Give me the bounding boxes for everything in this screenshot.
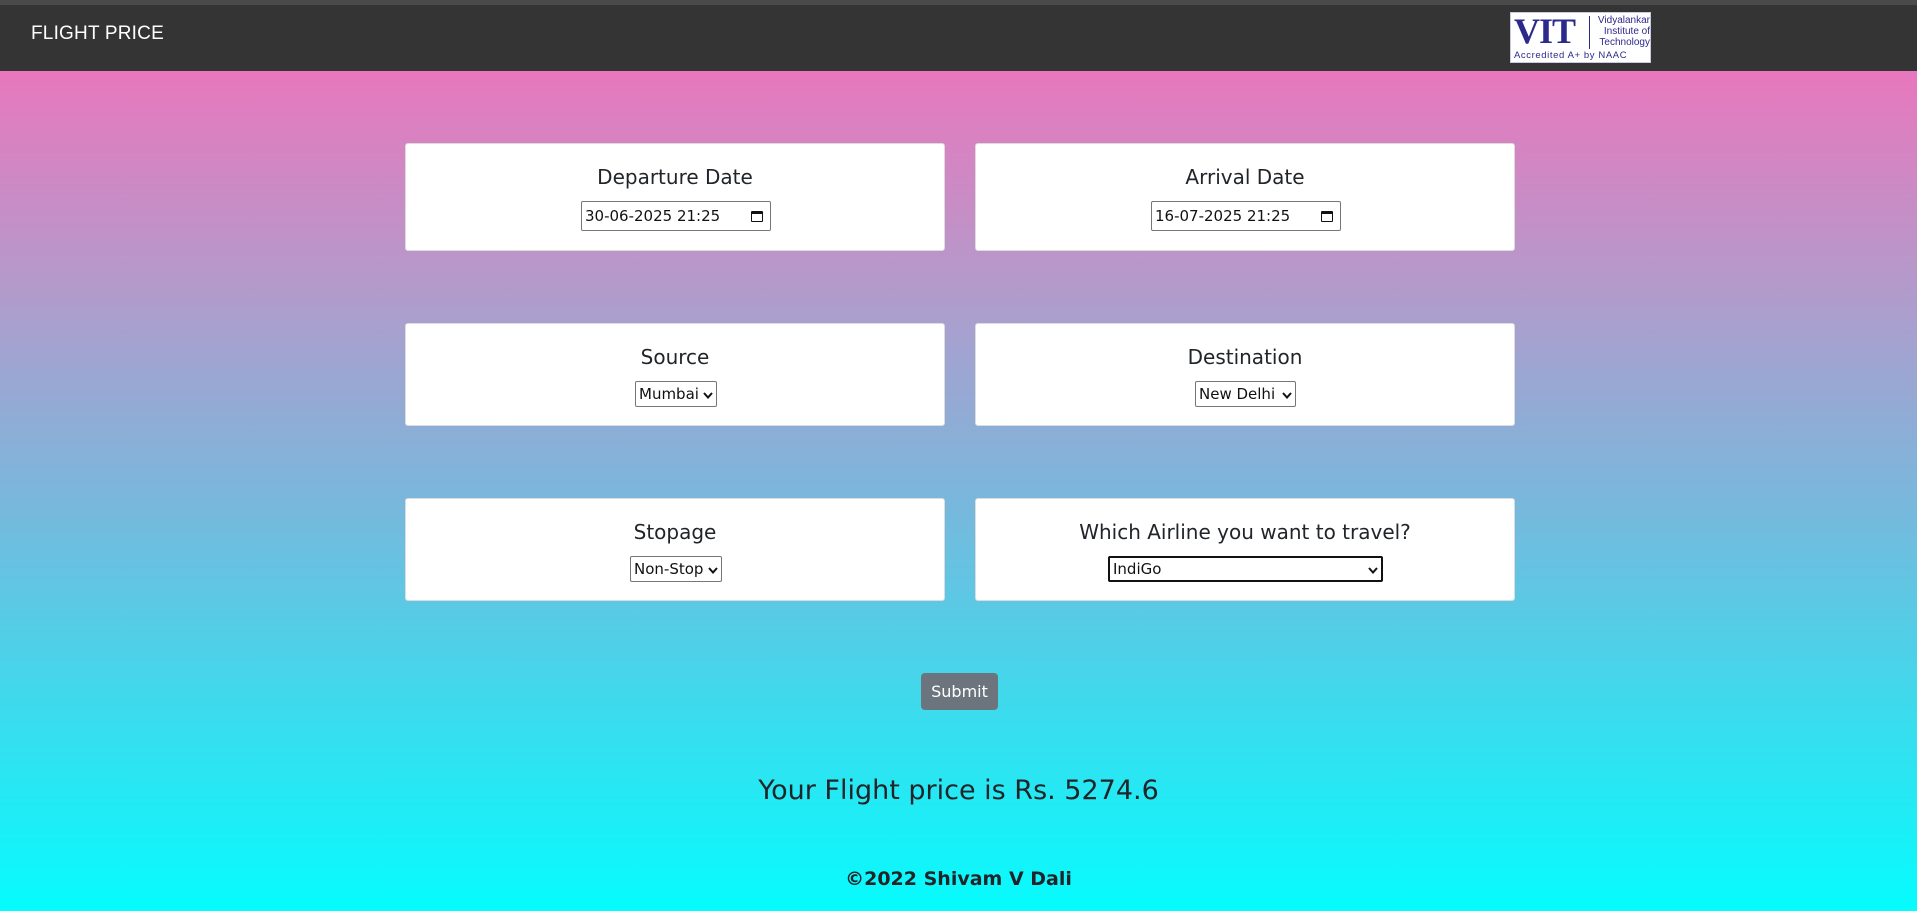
logo-main-text: VIT xyxy=(1514,13,1575,49)
airline-card: Which Airline you want to travel? IndiGo xyxy=(975,498,1515,601)
airline-select[interactable]: IndiGo xyxy=(1108,556,1383,582)
stopage-select[interactable]: Non-Stop xyxy=(630,556,722,582)
logo-line-1: Vidyalankar xyxy=(1592,15,1650,26)
source-selected-value: Mumbai xyxy=(639,385,703,403)
logo-divider xyxy=(1589,16,1590,49)
destination-card: Destination New Delhi xyxy=(975,323,1515,426)
vit-logo: VIT Vidyalankar Institute of Technology … xyxy=(1510,12,1651,63)
navbar: FLIGHT PRICE VIT Vidyalankar Institute o… xyxy=(0,0,1917,71)
departure-date-value: 30-06-2025 21:25 xyxy=(585,207,751,225)
stopage-label: Stopage xyxy=(406,520,944,544)
stopage-card: Stopage Non-Stop xyxy=(405,498,945,601)
navbar-brand[interactable]: FLIGHT PRICE xyxy=(31,23,164,45)
stopage-selected-value: Non-Stop xyxy=(634,560,708,578)
chevron-down-icon xyxy=(703,385,713,403)
airline-label: Which Airline you want to travel? xyxy=(976,520,1514,544)
arrival-date-value: 16-07-2025 21:25 xyxy=(1155,207,1321,225)
arrival-date-input[interactable]: 16-07-2025 21:25 xyxy=(1151,201,1341,231)
logo-accreditation: Accredited A+ by NAAC xyxy=(1514,50,1627,61)
source-label: Source xyxy=(406,345,944,369)
logo-institute-name: Vidyalankar Institute of Technology xyxy=(1592,15,1650,48)
footer-copyright: ©2022 Shivam V Dali xyxy=(0,868,1917,890)
destination-select[interactable]: New Delhi xyxy=(1195,381,1296,407)
chevron-down-icon xyxy=(708,560,718,578)
logo-line-3: Technology xyxy=(1592,37,1650,48)
departure-date-input[interactable]: 30-06-2025 21:25 xyxy=(581,201,771,231)
source-select[interactable]: Mumbai xyxy=(635,381,717,407)
logo-line-2: Institute of xyxy=(1592,26,1650,37)
calendar-icon[interactable] xyxy=(751,211,763,222)
departure-date-card: Departure Date 30-06-2025 21:25 xyxy=(405,143,945,251)
submit-button[interactable]: Submit xyxy=(921,673,998,710)
destination-label: Destination xyxy=(976,345,1514,369)
arrival-date-card: Arrival Date 16-07-2025 21:25 xyxy=(975,143,1515,251)
airline-selected-value: IndiGo xyxy=(1113,560,1368,578)
chevron-down-icon xyxy=(1368,560,1378,578)
flight-price-result: Your Flight price is Rs. 5274.6 xyxy=(0,775,1917,806)
arrival-date-label: Arrival Date xyxy=(976,165,1514,189)
calendar-icon[interactable] xyxy=(1321,211,1333,222)
destination-selected-value: New Delhi xyxy=(1199,385,1282,403)
chevron-down-icon xyxy=(1282,385,1292,403)
departure-date-label: Departure Date xyxy=(406,165,944,189)
source-card: Source Mumbai xyxy=(405,323,945,426)
